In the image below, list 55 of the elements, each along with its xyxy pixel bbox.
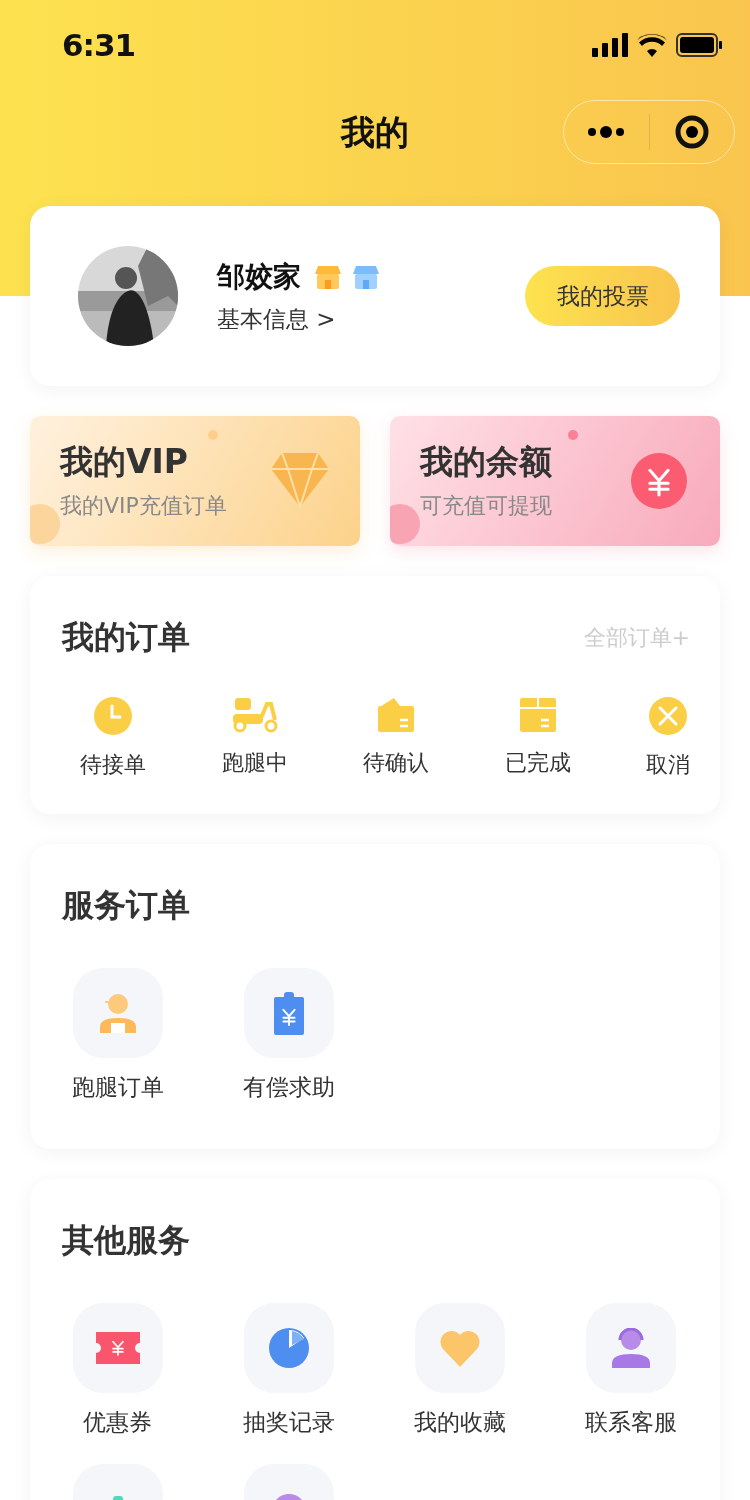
service-tile[interactable] <box>585 1303 676 1393</box>
clock-icon <box>93 696 133 736</box>
service-label: 优惠券 <box>83 1408 152 1437</box>
page-title: 我的 <box>341 111 409 154</box>
box-icon <box>518 696 557 734</box>
service-tile[interactable] <box>243 968 334 1058</box>
dot-decoration <box>568 430 578 440</box>
order-status-label[interactable]: 取消 <box>646 750 690 780</box>
courier-icon <box>98 993 137 1033</box>
diamond-icon <box>270 452 330 508</box>
wifi-icon <box>636 33 668 57</box>
section-title: 我的订单 <box>62 617 190 658</box>
service-label: 跑腿订单 <box>71 1073 164 1102</box>
service-tile[interactable] <box>243 1303 334 1393</box>
shop-icon <box>353 263 379 290</box>
order-status-label[interactable]: 跑腿中 <box>221 748 288 778</box>
user-name: 邹姣家 <box>217 258 301 295</box>
close-icon <box>648 696 688 736</box>
heart-icon <box>438 1329 481 1367</box>
my-votes-button[interactable]: 我的投票 <box>525 266 680 326</box>
card-title: 我的余额 <box>420 441 552 483</box>
headset-agent-icon <box>609 1328 652 1368</box>
service-tile[interactable] <box>414 1303 505 1393</box>
pie-chart-icon <box>267 1327 310 1369</box>
close-target-icon[interactable] <box>674 115 709 149</box>
balance-card[interactable]: 我的余额 可充值可提现 <box>390 416 720 546</box>
vip-card[interactable]: 我的VIP 我的VIP充值订单 <box>30 416 360 546</box>
price-tag-icon <box>272 991 305 1035</box>
order-status-label[interactable]: 已完成 <box>504 748 571 778</box>
service-tile[interactable] <box>72 1303 163 1393</box>
shop-icon <box>315 263 341 290</box>
card-subtitle: 我的VIP充值订单 <box>60 492 227 520</box>
wallet-icon <box>376 696 416 734</box>
status-time: 6:31 <box>62 27 136 63</box>
yen-coin-icon <box>631 453 687 509</box>
section-title: 服务订单 <box>62 885 190 926</box>
more-icon[interactable] <box>587 125 626 139</box>
order-status-label[interactable]: 待确认 <box>363 748 429 778</box>
service-tile[interactable] <box>72 968 163 1058</box>
basic-info-link[interactable]: 基本信息 > <box>217 303 525 335</box>
service-label: 有偿求助 <box>242 1073 335 1102</box>
bubble-decoration <box>30 504 60 544</box>
service-label: 抽奖记录 <box>242 1408 335 1437</box>
scooter-icon <box>230 696 279 734</box>
ticket-icon <box>95 1332 140 1364</box>
section-title: 其他服务 <box>62 1220 190 1261</box>
bubble-decoration <box>390 504 420 544</box>
card-title: 我的VIP <box>60 441 188 483</box>
signal-icon <box>592 33 628 57</box>
order-status-label[interactable]: 待接单 <box>80 750 146 780</box>
service-label: 我的收藏 <box>413 1408 506 1437</box>
card-subtitle: 可充值可提现 <box>420 492 552 520</box>
battery-icon <box>676 33 722 57</box>
dot-decoration <box>208 430 218 440</box>
service-label: 联系客服 <box>584 1408 677 1437</box>
